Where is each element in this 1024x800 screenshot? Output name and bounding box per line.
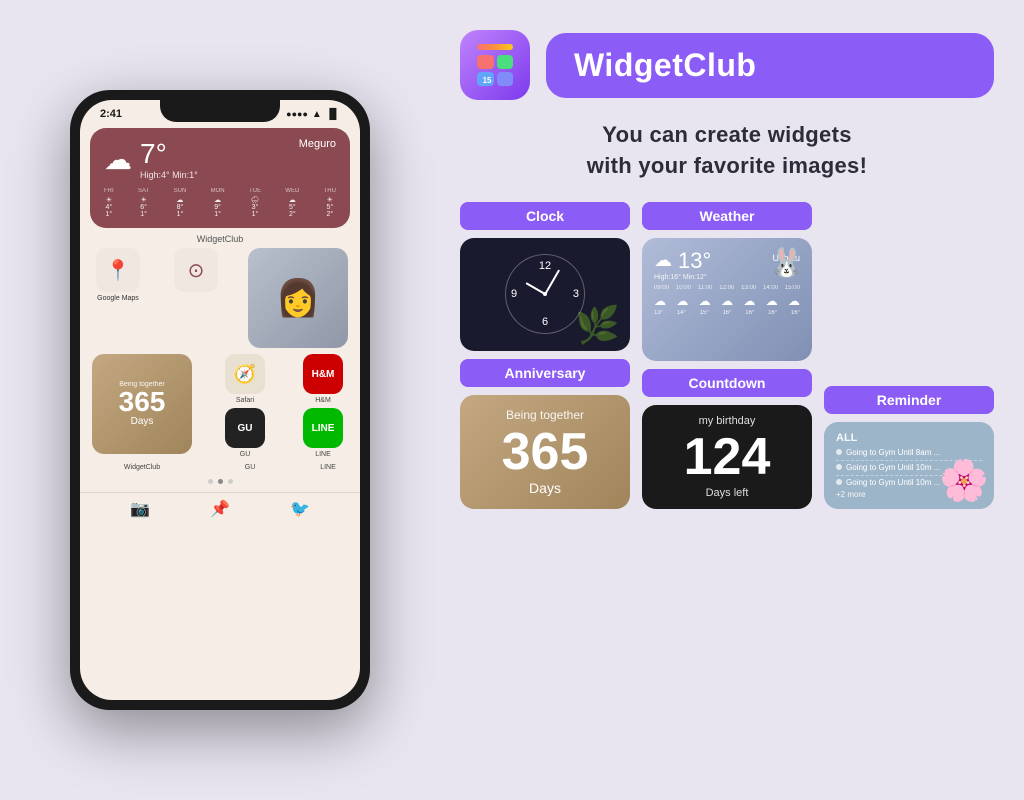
spacer bbox=[824, 202, 994, 240]
phone-anniversary-widget: Being together 365 Days bbox=[92, 354, 192, 454]
reminder-dot-3 bbox=[836, 479, 842, 485]
bottom-label-gu: GU bbox=[230, 464, 270, 471]
app-safari[interactable]: 🧭 Safari bbox=[220, 354, 270, 404]
header-row: 15 WidgetClub bbox=[460, 30, 994, 100]
status-time: 2:41 bbox=[100, 108, 122, 120]
app-line[interactable]: LINE LINE bbox=[298, 408, 348, 458]
reminder-dot-2 bbox=[836, 464, 842, 470]
weather-label: Weather bbox=[642, 202, 812, 230]
phone-weather-range: High:4° Min:1° bbox=[140, 170, 198, 180]
reminder-dot-1 bbox=[836, 449, 842, 455]
weather-preview-temp: 13° bbox=[678, 248, 711, 274]
weather-times-row: 09:0010:0011:0012:0013:0014:0015:00 bbox=[654, 285, 800, 291]
reminder-label: Reminder bbox=[824, 386, 994, 414]
spacer-weather bbox=[824, 248, 994, 378]
app-unknown[interactable]: ⊙ bbox=[170, 248, 222, 295]
anniv-preview-unit: Days bbox=[529, 480, 561, 496]
weather-preview-cloud-icon: ☁ bbox=[654, 250, 672, 271]
circle-icon: ⊙ bbox=[174, 248, 218, 292]
flowers-icon: 🌸 bbox=[939, 457, 989, 504]
brand-name: WidgetClub bbox=[574, 47, 756, 83]
phone-mockup-panel: 2:41 ●●●● ▲ ▐▌ ☁ 7° High:4° Min:1° bbox=[0, 0, 440, 800]
anniversary-widget-preview: Being together 365 Days bbox=[460, 395, 630, 509]
clock-minute-hand bbox=[544, 270, 559, 295]
countdown-widget-preview: my birthday 124 Days left bbox=[642, 405, 812, 509]
bottom-bar-icon-1[interactable]: 📷 bbox=[130, 499, 150, 519]
dot-3 bbox=[228, 479, 233, 484]
bottom-label-line: LINE bbox=[308, 464, 348, 471]
weather-temps-row: 13°14°15°16°16°16°16° bbox=[654, 310, 800, 316]
app-google-maps[interactable]: 📍 Google Maps bbox=[92, 248, 144, 302]
phone-notch bbox=[160, 100, 280, 122]
phone-frame: 2:41 ●●●● ▲ ▐▌ ☁ 7° High:4° Min:1° bbox=[70, 90, 370, 710]
weather-icons-row: ☁☁☁ ☁☁☁☁ bbox=[654, 294, 800, 308]
bottom-bar-icon-2[interactable]: 📌 bbox=[210, 499, 230, 519]
phone-forecast-row: FRI☀4°1° SAT☀6°1° SUN☁8°1° MON☁9°1° TUE🌧… bbox=[104, 188, 336, 218]
reminder-all-label: ALL bbox=[836, 432, 982, 444]
line-icon: LINE bbox=[303, 408, 343, 448]
dot-2 bbox=[218, 479, 223, 484]
countdown-subtitle: my birthday bbox=[699, 415, 756, 427]
anniversary-label: Anniversary bbox=[460, 359, 630, 387]
reminder-widget-preview: ALL Going to Gym Until 8am ... Going to … bbox=[824, 422, 994, 509]
phone-weather-temp: 7° bbox=[140, 138, 198, 170]
signal-icon: ●●●● bbox=[286, 109, 308, 119]
phone-screen: 2:41 ●●●● ▲ ▐▌ ☁ 7° High:4° Min:1° bbox=[80, 100, 360, 700]
col-reminder: Reminder ALL Going to Gym Until 8am ... … bbox=[824, 202, 994, 509]
weather-widget-preview: ☁ 13° High:16° Min:12° Ushiku 🐰 09:0010:… bbox=[642, 238, 812, 362]
safari-icon: 🧭 bbox=[225, 354, 265, 394]
countdown-label: Countdown bbox=[642, 369, 812, 397]
widgetclub-app-icon[interactable]: 15 bbox=[460, 30, 530, 100]
hm-icon: H&M bbox=[303, 354, 343, 394]
status-icons: ●●●● ▲ ▐▌ bbox=[286, 109, 340, 120]
right-panel: 15 WidgetClub You can create widgets wit… bbox=[440, 0, 1024, 800]
col-weather-countdown: Weather ☁ 13° High:16° Min:12° Ushiku 🐰 bbox=[642, 202, 812, 509]
clock-center-dot bbox=[543, 292, 547, 296]
phone-weather-location: Meguro bbox=[299, 138, 336, 150]
bottom-bar-icon-3[interactable]: 🐦 bbox=[290, 499, 310, 519]
maps-icon: 📍 bbox=[96, 248, 140, 292]
countdown-unit: Days left bbox=[706, 487, 749, 499]
phone-widgetclub-label: WidgetClub bbox=[80, 234, 360, 244]
clock-face: 12 3 6 9 bbox=[505, 254, 585, 334]
brand-pill: WidgetClub bbox=[546, 33, 994, 98]
phone-weather-widget: ☁ 7° High:4° Min:1° Meguro FRI☀4°1° SAT☀… bbox=[90, 128, 350, 228]
reminder-item-1: Going to Gym Until 8am ... bbox=[836, 448, 982, 457]
anniv-preview-number: 365 bbox=[502, 426, 589, 478]
widget-categories: Clock 🌿 12 3 6 9 Anniversary Being toget… bbox=[460, 202, 994, 509]
app-gu[interactable]: GU GU bbox=[220, 408, 270, 458]
anniv-preview-subtitle: Being together bbox=[506, 408, 584, 422]
rabbit-icon: 🐰 bbox=[769, 246, 804, 279]
page-dots bbox=[80, 479, 360, 484]
battery-icon: ▐▌ bbox=[326, 109, 340, 120]
gu-icon: GU bbox=[225, 408, 265, 448]
col-clock-anniversary: Clock 🌿 12 3 6 9 Anniversary Being toget… bbox=[460, 202, 630, 509]
countdown-number: 124 bbox=[684, 431, 771, 483]
tagline: You can create widgets with your favorit… bbox=[460, 120, 994, 182]
wifi-icon: ▲ bbox=[312, 109, 322, 120]
weather-preview-range: High:16° Min:12° bbox=[654, 274, 711, 281]
photo-widget: 👩 bbox=[248, 248, 348, 348]
phone-weather-cloud-icon: ☁ bbox=[104, 143, 132, 176]
bottom-label-widgetclub: WidgetClub bbox=[92, 464, 192, 471]
dot-1 bbox=[208, 479, 213, 484]
clock-label: Clock bbox=[460, 202, 630, 230]
app-hm[interactable]: H&M H&M bbox=[298, 354, 348, 404]
clock-widget-preview: 🌿 12 3 6 9 bbox=[460, 238, 630, 352]
